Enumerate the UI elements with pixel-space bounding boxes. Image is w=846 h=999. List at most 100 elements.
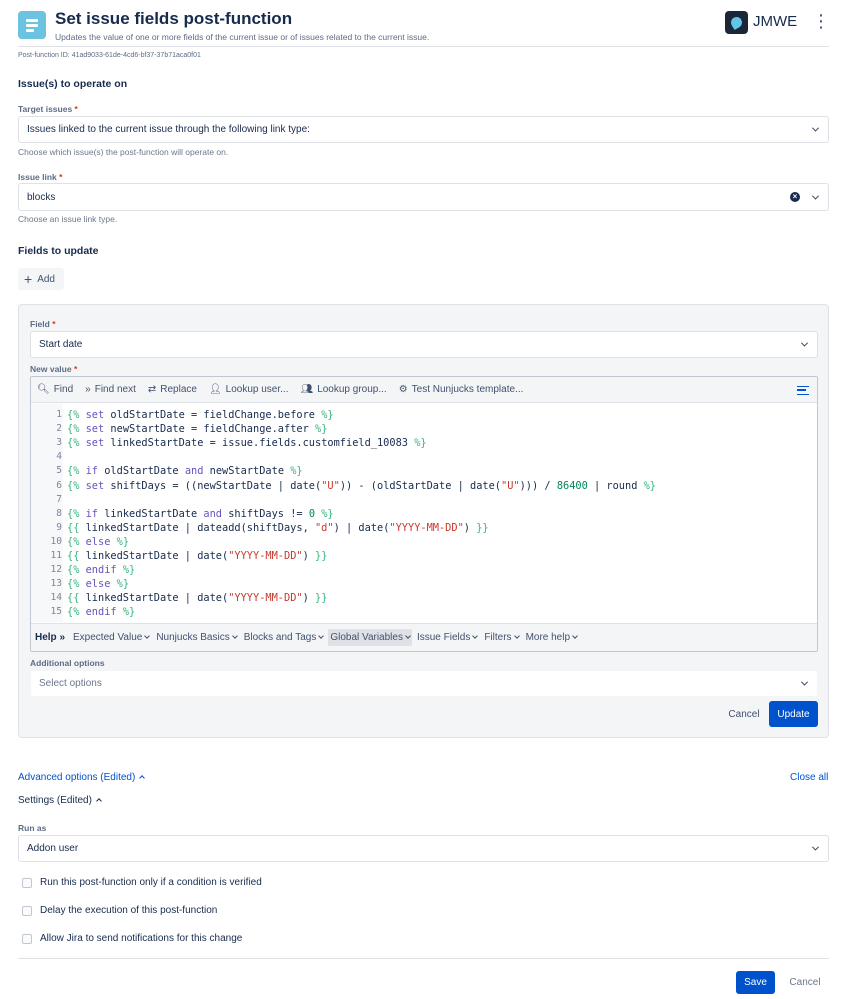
- word-wrap-icon[interactable]: [793, 380, 813, 400]
- lookup-user-button[interactable]: 👤︎ Lookup user...: [209, 384, 289, 395]
- code-text: {% endif %}: [67, 564, 136, 577]
- panel-cancel-button[interactable]: Cancel: [722, 702, 766, 726]
- code-text: {{ linkedStartDate | dateadd(shiftDays, …: [67, 521, 489, 534]
- line-number: 5: [56, 465, 62, 477]
- code-text: {% set newStartDate = fieldChange.after …: [67, 423, 328, 436]
- line-number: 7: [56, 493, 62, 505]
- add-label: Add: [37, 273, 55, 285]
- additional-options-select[interactable]: Select options: [30, 670, 818, 697]
- help-label: Help »: [35, 632, 66, 643]
- code-line[interactable]: 2 {% set newStartDate = fieldChange.after…: [31, 422, 817, 436]
- add-field-button[interactable]: + Add: [18, 268, 64, 290]
- code-line[interactable]: 12 {% endif %}: [31, 563, 817, 577]
- help-filters[interactable]: Filters: [482, 629, 520, 646]
- code-line[interactable]: 8 {% if linkedStartDate and shiftDays != …: [31, 507, 817, 521]
- field-label: Field *: [30, 319, 56, 329]
- group-icon: 👥︎: [300, 384, 314, 395]
- code-line[interactable]: 7: [31, 493, 817, 507]
- issue-link-label: Issue link *: [18, 172, 63, 182]
- target-issues-select[interactable]: Issues linked to the current issue throu…: [18, 116, 829, 143]
- code-line[interactable]: 11 {{ linkedStartDate | date("YYYY-MM-DD"…: [31, 549, 817, 563]
- chevron-down-icon: [810, 192, 820, 202]
- jmwe-logo-icon: [725, 11, 748, 34]
- delay-checkbox-row[interactable]: Delay the execution of this post-functio…: [22, 905, 217, 916]
- replace-icon: ⇄: [147, 384, 157, 395]
- advanced-options-toggle[interactable]: Advanced options (Edited): [18, 772, 146, 783]
- target-issues-label: Target issues *: [18, 104, 78, 114]
- close-all-link[interactable]: Close all: [790, 772, 828, 783]
- header-divider: [18, 46, 829, 47]
- code-text: {{ linkedStartDate | date("YYYY-MM-DD") …: [67, 592, 328, 605]
- code-line[interactable]: 9 {{ linkedStartDate | dateadd(shiftDays,…: [31, 521, 817, 535]
- search-icon: 🔍︎: [37, 384, 50, 395]
- update-button[interactable]: Update: [769, 701, 818, 727]
- find-next-button[interactable]: » Find next: [85, 384, 136, 395]
- issues-section-title: Issue(s) to operate on: [18, 78, 128, 90]
- code-line[interactable]: 13 {% else %}: [31, 577, 817, 591]
- code-text: {% else %}: [67, 535, 130, 548]
- code-area[interactable]: 1 {% set oldStartDate = fieldChange.befor…: [31, 404, 817, 622]
- code-line[interactable]: 15 {% endif %}: [31, 605, 817, 619]
- lookup-group-button[interactable]: 👥︎ Lookup group...: [300, 384, 386, 395]
- condition-checkbox-row[interactable]: Run this post-function only if a conditi…: [22, 877, 262, 888]
- clear-icon[interactable]: ×: [790, 192, 800, 202]
- line-number: 15: [50, 606, 62, 618]
- code-text: {{ linkedStartDate | date("YYYY-MM-DD") …: [67, 550, 328, 562]
- user-icon: 👤︎: [208, 384, 222, 395]
- settings-toggle[interactable]: Settings (Edited): [18, 795, 102, 806]
- code-text: {% set oldStartDate = fieldChange.before…: [67, 409, 334, 421]
- cancel-button[interactable]: Cancel: [782, 971, 828, 994]
- help-global-variables[interactable]: Global Variables: [328, 629, 412, 646]
- notify-checkbox[interactable]: [22, 933, 32, 944]
- delay-checkbox[interactable]: [22, 905, 32, 916]
- help-bar: Help » Expected Value Nunjucks Basics Bl…: [31, 623, 817, 651]
- test-template-button[interactable]: ⚙︎ Test Nunjucks template...: [399, 384, 524, 395]
- chevron-down-icon: [799, 679, 809, 689]
- code-text: {% if linkedStartDate and shiftDays != 0…: [67, 507, 334, 520]
- more-menu-icon[interactable]: ⋮: [812, 11, 830, 33]
- help-expected-value[interactable]: Expected Value: [71, 629, 151, 646]
- additional-options-label: Additional options: [30, 658, 105, 668]
- target-issues-helper: Choose which issue(s) the post-function …: [18, 147, 229, 157]
- issue-link-select[interactable]: blocks ×: [18, 183, 829, 211]
- code-line[interactable]: 10 {% else %}: [31, 535, 817, 549]
- replace-button[interactable]: ⇄ Replace: [148, 384, 197, 395]
- code-line[interactable]: 4: [31, 450, 817, 464]
- field-select[interactable]: Start date: [30, 331, 818, 358]
- line-number: 1: [56, 409, 62, 420]
- issue-link-value: blocks: [27, 191, 56, 203]
- notify-checkbox-row[interactable]: Allow Jira to send notifications for thi…: [22, 933, 242, 944]
- find-button[interactable]: 🔍︎ Find: [37, 384, 73, 395]
- save-button[interactable]: Save: [736, 971, 775, 994]
- target-issues-value: Issues linked to the current issue throu…: [27, 124, 310, 135]
- line-number: 9: [56, 521, 62, 533]
- code-editor[interactable]: 🔍︎ Find » Find next ⇄ Replace 👤︎ Lookup user…: [30, 376, 818, 652]
- help-more-help[interactable]: More help: [524, 629, 579, 646]
- line-number: 14: [50, 592, 62, 604]
- chevron-down-icon: [810, 125, 820, 135]
- help-issue-fields[interactable]: Issue Fields: [415, 629, 479, 646]
- line-number: 3: [56, 437, 62, 449]
- brand-name: JMWE: [753, 13, 798, 30]
- help-nunjucks-basics[interactable]: Nunjucks Basics: [154, 629, 238, 646]
- code-line[interactable]: 5 {% if oldStartDate and newStartDate %}: [31, 464, 817, 478]
- delay-checkbox-label: Delay the execution of this post-functio…: [40, 905, 218, 916]
- post-function-id: Post-function ID: 41ad9033-61de-4cd6-bf3…: [18, 52, 201, 59]
- help-blocks-and-tags[interactable]: Blocks and Tags: [242, 629, 326, 646]
- additional-options-placeholder: Select options: [39, 678, 102, 689]
- new-value-label: New value *: [30, 364, 78, 374]
- chevron-up-icon: [139, 775, 146, 781]
- code-line[interactable]: 1 {% set oldStartDate = fieldChange.befor…: [31, 408, 817, 422]
- line-number: 2: [56, 423, 62, 435]
- field-value: Start date: [39, 339, 83, 350]
- fields-section-title: Fields to update: [18, 245, 99, 257]
- code-line[interactable]: 3 {% set linkedStartDate = issue.fields.c…: [31, 436, 817, 450]
- code-line[interactable]: 14 {{ linkedStartDate | date("YYYY-MM-DD"…: [31, 591, 817, 605]
- editor-toolbar: 🔍︎ Find » Find next ⇄ Replace 👤︎ Lookup user…: [31, 377, 817, 403]
- code-line[interactable]: 6 {% set shiftDays = ((newStartDate | dat…: [31, 479, 817, 493]
- run-as-select[interactable]: Addon user: [18, 835, 829, 862]
- line-number: 8: [56, 507, 62, 519]
- line-number: 11: [50, 550, 62, 561]
- condition-checkbox[interactable]: [22, 877, 32, 888]
- post-function-icon: [18, 11, 46, 39]
